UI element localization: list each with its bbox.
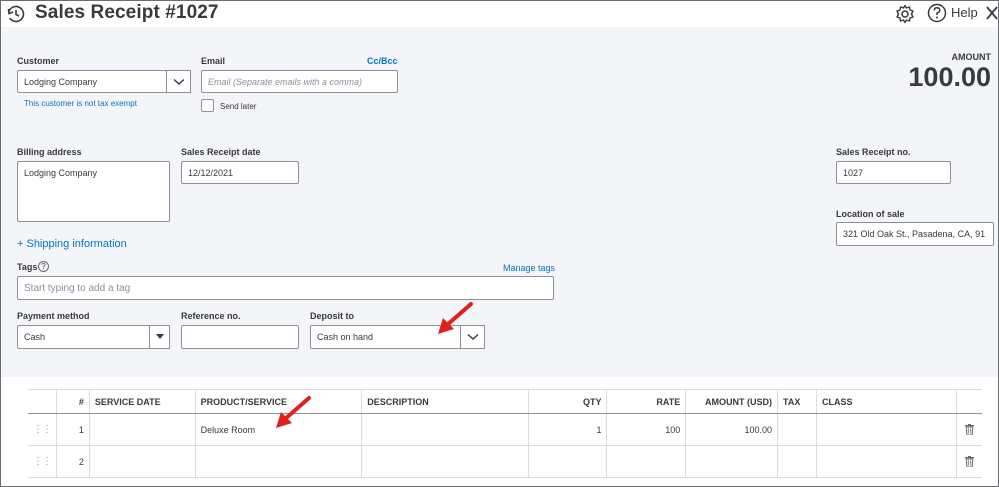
- billing-address-field[interactable]: Lodging Company: [17, 161, 170, 222]
- annotation-arrow-product: [276, 396, 311, 428]
- table-header-row: # SERVICE DATE PRODUCT/SERVICE DESCRIPTI…: [28, 389, 982, 414]
- close-icon[interactable]: [985, 4, 999, 22]
- sales-receipt-window: Sales Receipt #1027 Help Customer Lodgin…: [0, 0, 999, 487]
- tags-label: Tags: [17, 262, 38, 272]
- class-cell[interactable]: [816, 445, 958, 478]
- col-header-description: DESCRIPTION: [361, 389, 529, 414]
- location-label: Location of sale: [836, 209, 905, 219]
- receipt-form: Customer Lodging Company This customer i…: [1, 27, 998, 377]
- customer-label: Customer: [17, 56, 60, 66]
- help-icon[interactable]: [927, 3, 947, 23]
- description-cell[interactable]: [361, 445, 529, 478]
- qty-cell[interactable]: [528, 445, 608, 478]
- info-icon[interactable]: ?: [38, 261, 49, 272]
- send-later-checkbox[interactable]: [201, 99, 214, 112]
- trash-icon[interactable]: [965, 456, 975, 467]
- rate-cell[interactable]: [606, 445, 687, 478]
- col-header-tax: TAX: [777, 389, 817, 414]
- receipt-no-label: Sales Receipt no.: [836, 147, 911, 157]
- tax-exempt-note: This customer is not tax exempt: [24, 99, 137, 108]
- receipt-no-field[interactable]: 1027: [836, 161, 951, 184]
- drag-handle-icon[interactable]: ⋮⋮: [28, 445, 57, 478]
- payment-method-dropdown-button[interactable]: [149, 325, 170, 349]
- header-bar: Sales Receipt #1027 Help: [1, 1, 998, 27]
- cc-bcc-link[interactable]: Cc/Bcc: [367, 56, 398, 66]
- rate-cell[interactable]: 100: [606, 413, 687, 446]
- amount-cell[interactable]: [685, 445, 779, 478]
- page-title: Sales Receipt #1027: [35, 2, 219, 23]
- shipping-info-link[interactable]: + Shipping information: [17, 238, 127, 250]
- reference-no-label: Reference no.: [181, 311, 241, 321]
- reference-no-field[interactable]: [181, 325, 299, 349]
- drag-column-header: [28, 389, 57, 414]
- amount-value: 100.00: [908, 62, 991, 92]
- qty-cell[interactable]: 1: [528, 413, 608, 446]
- product-cell[interactable]: [195, 445, 363, 478]
- help-link[interactable]: Help: [951, 5, 978, 20]
- col-header-rate: RATE: [606, 389, 687, 414]
- amount-cell[interactable]: 100.00: [685, 413, 779, 446]
- service-date-cell[interactable]: [89, 445, 196, 478]
- col-header-num: #: [56, 389, 90, 414]
- caret-down-icon: [155, 334, 164, 339]
- email-field[interactable]: Email (Separate emails with a comma): [201, 70, 398, 93]
- send-later-label: Send later: [220, 102, 257, 111]
- tax-cell[interactable]: [777, 413, 817, 446]
- col-header-service-date: SERVICE DATE: [89, 389, 196, 414]
- row-num: 2: [56, 445, 90, 478]
- delete-row-cell[interactable]: [956, 413, 982, 446]
- tags-input[interactable]: Start typing to add a tag: [17, 276, 554, 300]
- class-cell[interactable]: [816, 413, 958, 446]
- delete-row-cell[interactable]: [956, 445, 982, 478]
- col-header-class: CLASS: [816, 389, 958, 414]
- trash-icon[interactable]: [965, 424, 975, 435]
- payment-method-label: Payment method: [17, 311, 90, 321]
- description-cell[interactable]: [361, 413, 529, 446]
- location-field[interactable]: 321 Old Oak St., Pasadena, CA, 91: [836, 222, 994, 246]
- email-label: Email: [201, 56, 226, 66]
- line-items-table: # SERVICE DATE PRODUCT/SERVICE DESCRIPTI…: [28, 389, 982, 478]
- col-header-amount: AMOUNT (USD): [685, 389, 779, 414]
- amount-label: AMOUNT: [951, 52, 992, 62]
- service-date-cell[interactable]: [89, 413, 196, 446]
- history-icon[interactable]: [6, 4, 26, 24]
- customer-select[interactable]: Lodging Company: [17, 70, 167, 93]
- manage-tags-link[interactable]: Manage tags: [503, 263, 555, 273]
- drag-handle-icon[interactable]: ⋮⋮: [28, 413, 57, 446]
- chevron-down-icon: [173, 78, 184, 85]
- tax-cell[interactable]: [777, 445, 817, 478]
- payment-method-select[interactable]: Cash: [17, 325, 150, 349]
- table-row[interactable]: ⋮⋮ 2: [28, 445, 982, 478]
- receipt-date-field[interactable]: 12/12/2021: [181, 161, 299, 184]
- line-items-section: # SERVICE DATE PRODUCT/SERVICE DESCRIPTI…: [1, 377, 998, 486]
- delete-column-header: [956, 389, 982, 414]
- customer-dropdown-button[interactable]: [166, 70, 191, 93]
- annotation-arrow-deposit: [438, 302, 473, 334]
- gear-icon[interactable]: [894, 3, 916, 25]
- table-row[interactable]: ⋮⋮ 1 Deluxe Room 1 100 100.00: [28, 413, 982, 446]
- receipt-date-label: Sales Receipt date: [181, 147, 261, 157]
- billing-address-label: Billing address: [17, 147, 82, 157]
- col-header-qty: QTY: [528, 389, 608, 414]
- deposit-to-label: Deposit to: [310, 311, 354, 321]
- row-num: 1: [56, 413, 90, 446]
